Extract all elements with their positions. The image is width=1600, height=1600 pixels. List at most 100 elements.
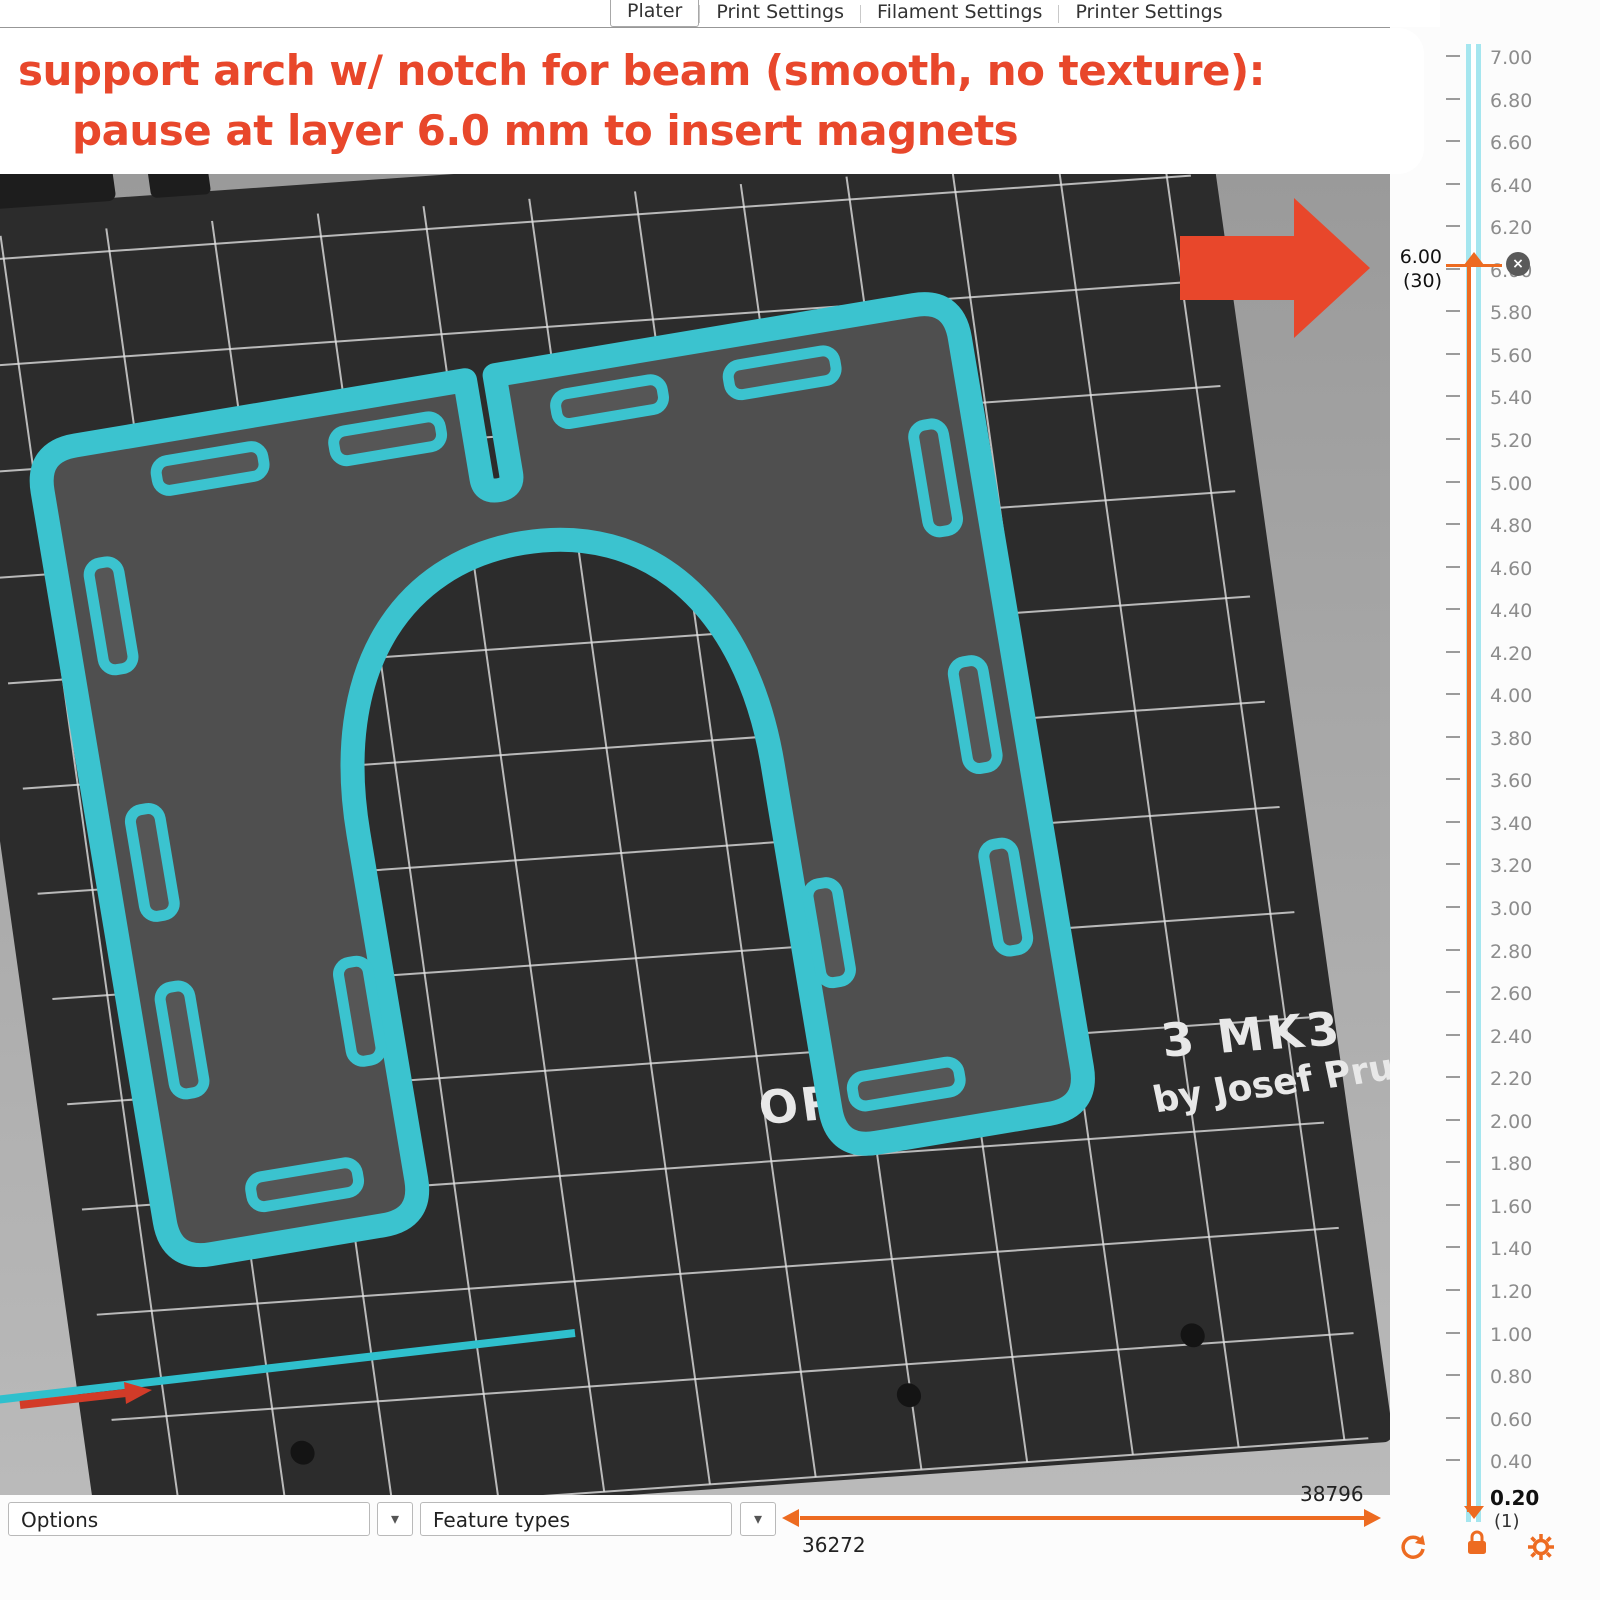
tab-printer-settings[interactable]: Printer Settings [1059, 0, 1238, 27]
feature-types-dropdown-button[interactable]: ▾ [740, 1502, 776, 1536]
layer-tick: 1.60 [1390, 1196, 1600, 1214]
layer-slider-upper-thumb[interactable] [1464, 252, 1484, 265]
tick-label: 5.20 [1490, 430, 1532, 452]
layer-tick: 2.20 [1390, 1068, 1600, 1086]
move-slider-max-value: 38796 [1300, 1482, 1364, 1506]
tick-label: 1.80 [1490, 1153, 1532, 1175]
layer-tick: 2.00 [1390, 1111, 1600, 1129]
options-dropdown[interactable]: Options [8, 1502, 370, 1536]
tick-dash [1446, 1374, 1460, 1376]
options-dropdown-button[interactable]: ▾ [377, 1502, 413, 1536]
tick-dash [1446, 863, 1460, 865]
tick-label: 1.40 [1490, 1238, 1532, 1260]
move-slider-track[interactable] [800, 1516, 1365, 1520]
tick-label: 5.00 [1490, 473, 1532, 495]
tick-dash [1446, 949, 1460, 951]
layer-tick: 5.60 [1390, 345, 1600, 363]
tick-label: 4.60 [1490, 558, 1532, 580]
move-slider-left-thumb[interactable] [782, 1509, 799, 1527]
layer-tick: 4.00 [1390, 685, 1600, 703]
tick-dash [1446, 1161, 1460, 1163]
tick-dash [1446, 1204, 1460, 1206]
tick-dash [1446, 1119, 1460, 1121]
move-slider-min-value: 36272 [802, 1533, 866, 1557]
annotation-banner: support arch w/ notch for beam (smooth, … [0, 28, 1424, 174]
layer-slider-lower-thumb[interactable] [1464, 1506, 1484, 1519]
tick-dash [1446, 736, 1460, 738]
layer-tick: 1.40 [1390, 1238, 1600, 1256]
tick-label: 0.80 [1490, 1366, 1532, 1388]
tick-label: 3.60 [1490, 770, 1532, 792]
layer-tick: 2.40 [1390, 1026, 1600, 1044]
tick-label: 3.00 [1490, 898, 1532, 920]
tick-dash [1446, 1417, 1460, 1419]
layer-tick: 1.20 [1390, 1281, 1600, 1299]
tick-label: 5.80 [1490, 302, 1532, 324]
move-slider-right-thumb[interactable] [1364, 1509, 1381, 1527]
tick-label: 6.40 [1490, 175, 1532, 197]
layer-tick: 2.60 [1390, 983, 1600, 1001]
tick-dash [1446, 1289, 1460, 1291]
tick-label: 4.40 [1490, 600, 1532, 622]
tick-label: 6.80 [1490, 90, 1532, 112]
layer-tick: 0.40 [1390, 1451, 1600, 1469]
layer-tick: 4.20 [1390, 643, 1600, 661]
tick-dash [1446, 55, 1460, 57]
annotation-line1: support arch w/ notch for beam (smooth, … [18, 46, 1265, 95]
layer-tick: 3.80 [1390, 728, 1600, 746]
layer-tick: 5.20 [1390, 430, 1600, 448]
layer-slider-panel: 7.006.806.606.406.206.005.805.605.405.20… [1390, 0, 1600, 1600]
tick-dash [1446, 906, 1460, 908]
chevron-down-icon: ▾ [391, 1509, 399, 1528]
tick-label: 7.00 [1490, 47, 1532, 69]
tick-dash [1446, 1459, 1460, 1461]
tick-label: 0.60 [1490, 1409, 1532, 1431]
tick-dash [1446, 651, 1460, 653]
slicer-app: ORIGINA 3 MK3 by Josef Prusa [0, 0, 1600, 1600]
tick-label: 2.80 [1490, 941, 1532, 963]
layer-tick: 0.80 [1390, 1366, 1600, 1384]
tab-filament-settings[interactable]: Filament Settings [861, 0, 1058, 27]
tick-dash [1446, 608, 1460, 610]
layer-tick: 5.00 [1390, 473, 1600, 491]
tick-dash [1446, 268, 1460, 270]
layer-tick: 4.40 [1390, 600, 1600, 618]
close-icon[interactable]: × [1506, 252, 1530, 276]
viewport-3d[interactable]: ORIGINA 3 MK3 by Josef Prusa [0, 0, 1390, 1495]
tick-dash [1446, 98, 1460, 100]
layer-tick: 5.80 [1390, 302, 1600, 320]
tick-dash [1446, 225, 1460, 227]
tick-label: 3.20 [1490, 855, 1532, 877]
tick-dash [1446, 821, 1460, 823]
tick-dash [1446, 183, 1460, 185]
tick-label: 4.20 [1490, 643, 1532, 665]
tick-dash [1446, 395, 1460, 397]
feature-types-dropdown[interactable]: Feature types [420, 1502, 732, 1536]
tick-dash [1446, 778, 1460, 780]
tick-dash [1446, 566, 1460, 568]
tick-label: 2.40 [1490, 1026, 1532, 1048]
viewport-canvas: ORIGINA 3 MK3 by Josef Prusa [0, 0, 1390, 1495]
layer-tick: 3.40 [1390, 813, 1600, 831]
layer-tick: 0.60 [1390, 1409, 1600, 1427]
gear-icon[interactable] [1526, 1532, 1556, 1562]
lock-icon[interactable] [1462, 1528, 1492, 1558]
tick-label: 2.60 [1490, 983, 1532, 1005]
tick-dash [1446, 1246, 1460, 1248]
layer-tick: 1.80 [1390, 1153, 1600, 1171]
tick-dash [1446, 353, 1460, 355]
tick-dash [1446, 523, 1460, 525]
undo-icon[interactable] [1398, 1532, 1428, 1562]
annotation-line2: pause at layer 6.0 mm to insert magnets [72, 106, 1018, 155]
layer-tick: 2.80 [1390, 941, 1600, 959]
tab-plater[interactable]: Plater [610, 0, 699, 27]
tick-label: 2.00 [1490, 1111, 1532, 1133]
tab-print-settings[interactable]: Print Settings [700, 0, 860, 27]
tick-dash [1446, 1034, 1460, 1036]
bottom-toolbar: Options ▾ Feature types ▾ 38796 36272 [0, 1495, 1390, 1600]
layer-tick: 1.00 [1390, 1324, 1600, 1342]
layer-tick: 5.40 [1390, 387, 1600, 405]
tick-label: 1.00 [1490, 1324, 1532, 1346]
tick-dash [1446, 481, 1460, 483]
lower-layer-index: (1) [1494, 1511, 1520, 1532]
